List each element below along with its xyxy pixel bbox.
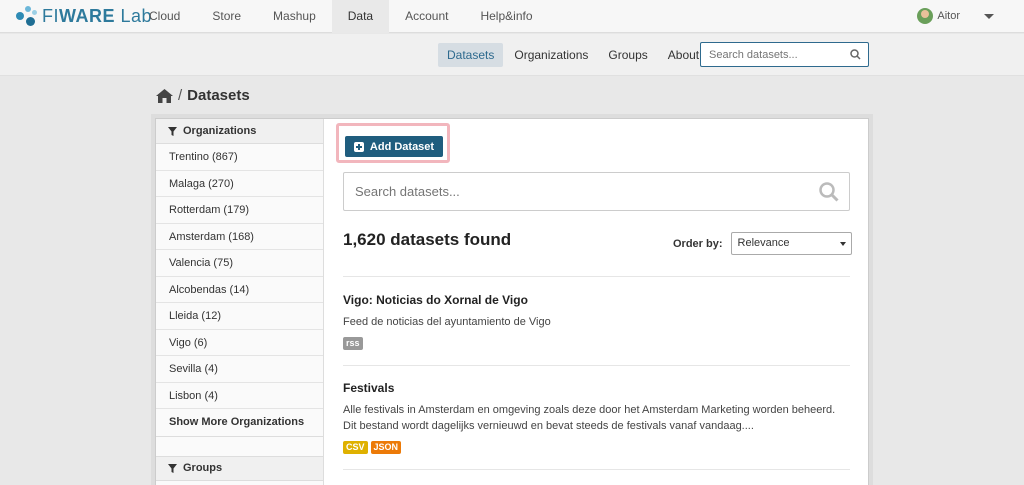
header-search-box <box>700 42 869 67</box>
caret-down-icon <box>839 242 846 246</box>
dataset-tags: CSV JSON <box>343 441 404 454</box>
header-search-input[interactable] <box>701 43 841 66</box>
facet-item-vigo[interactable]: Vigo (6) <box>156 330 323 356</box>
dataset-description: Alle festivals in Amsterdam en omgeving … <box>343 404 836 432</box>
groups-facet-heading: Groups <box>156 455 323 481</box>
facet-gap <box>156 435 323 456</box>
filter-icon <box>168 126 177 136</box>
top-navbar: FIWARE Lab Cloud Store Mashup Data Accou… <box>0 0 1024 33</box>
content-panel: Organizations Trentino (867) Malaga (270… <box>155 118 869 485</box>
add-dataset-highlight: Add Dataset <box>336 123 450 163</box>
sub-navbar: Datasets Organizations Groups About <box>0 34 1024 76</box>
dataset-tags: rss <box>343 337 366 350</box>
topnav-account[interactable]: Account <box>389 0 464 33</box>
subnav-datasets[interactable]: Datasets <box>438 43 504 67</box>
dataset-search-box <box>343 172 850 211</box>
order-by-label: Order by: <box>673 237 723 250</box>
divider <box>343 276 850 277</box>
facet-item-malaga[interactable]: Malaga (270) <box>156 171 323 197</box>
organizations-facet-heading: Organizations <box>156 119 323 144</box>
format-tag-json[interactable]: JSON <box>370 441 402 454</box>
top-nav-menu: Cloud Store Mashup Data Account Help&inf… <box>133 0 549 33</box>
facet-item-sevilla[interactable]: Sevilla (4) <box>156 356 323 383</box>
user-menu[interactable]: Aitor <box>917 7 994 25</box>
results-count: 1,620 datasets found <box>343 230 512 249</box>
facet-item-alcobendas[interactable]: Alcobendas (14) <box>156 277 323 303</box>
subnav-links: Datasets Organizations Groups About <box>438 43 710 67</box>
divider <box>343 469 850 470</box>
search-icon[interactable] <box>850 49 861 60</box>
home-icon[interactable] <box>156 88 173 103</box>
facet-item-rotterdam[interactable]: Rotterdam (179) <box>156 197 323 224</box>
facet-item-lleida[interactable]: Lleida (12) <box>156 303 323 330</box>
chevron-down-icon[interactable] <box>984 13 994 19</box>
show-more-organizations-link[interactable]: Show More Organizations <box>156 409 323 436</box>
plus-square-icon <box>353 141 364 152</box>
topnav-store[interactable]: Store <box>196 0 257 33</box>
dataset-title-link[interactable]: Festivals <box>343 381 394 395</box>
format-tag-rss[interactable]: rss <box>343 337 363 350</box>
breadcrumb-separator: / <box>178 87 183 104</box>
facet-item-lisbon[interactable]: Lisbon (4) <box>156 383 323 409</box>
order-by-select[interactable]: Relevance <box>730 232 852 255</box>
facet-item-trentino[interactable]: Trentino (867) <box>156 144 323 171</box>
dataset-results: Add Dataset 1,620 datasets found Order b… <box>325 119 870 485</box>
page-title: Datasets <box>187 87 250 104</box>
topnav-data[interactable]: Data <box>331 0 390 33</box>
fiware-logo-icon <box>16 5 38 27</box>
dataset-title-link[interactable]: Vigo: Noticias do Xornal de Vigo <box>343 293 528 307</box>
topnav-help-info[interactable]: Help&info <box>464 0 548 33</box>
topnav-mashup[interactable]: Mashup <box>257 0 332 33</box>
subnav-groups[interactable]: Groups <box>599 43 656 67</box>
subnav-organizations[interactable]: Organizations <box>505 43 597 67</box>
add-dataset-button[interactable]: Add Dataset <box>345 136 443 157</box>
user-name: Aitor <box>937 10 960 22</box>
format-tag-csv[interactable]: CSV <box>343 441 368 454</box>
dataset-description: Feed de noticias del ayuntamiento de Vig… <box>343 316 551 328</box>
facet-sidebar: Organizations Trentino (867) Malaga (270… <box>156 119 324 485</box>
dataset-search-input[interactable] <box>344 173 784 210</box>
avatar <box>917 8 934 24</box>
fiware-lab-logo[interactable]: FIWARE Lab <box>16 5 152 27</box>
topnav-cloud[interactable]: Cloud <box>133 0 196 33</box>
filter-icon <box>168 463 177 473</box>
divider <box>343 365 850 366</box>
breadcrumb: / Datasets <box>156 87 250 104</box>
search-icon[interactable] <box>819 182 839 202</box>
order-by: Order by: Relevance <box>673 232 852 255</box>
facet-item-valencia[interactable]: Valencia (75) <box>156 250 323 277</box>
facet-item-amsterdam[interactable]: Amsterdam (168) <box>156 224 323 250</box>
